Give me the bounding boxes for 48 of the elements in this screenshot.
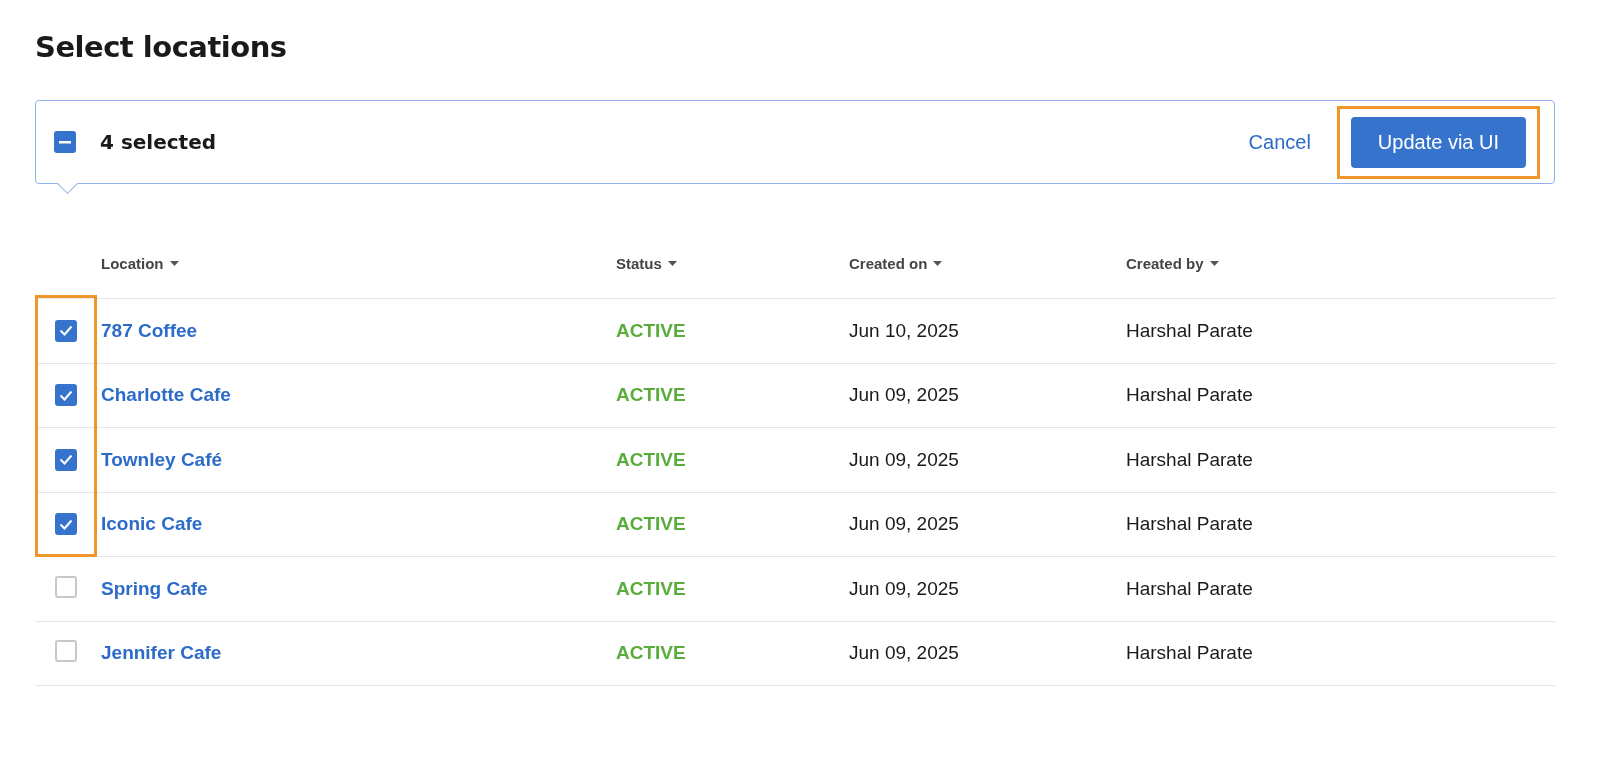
status-label: ACTIVE: [616, 384, 686, 406]
caret-icon: [169, 260, 179, 266]
date-text: Jun 09, 2025: [849, 577, 959, 599]
status-label: ACTIVE: [616, 513, 686, 535]
checkmark-icon: [59, 518, 73, 530]
status-label: ACTIVE: [616, 319, 686, 341]
caret-icon: [667, 260, 677, 266]
creator-name: Harshal Parate: [1126, 384, 1253, 406]
creator-name: Harshal Parate: [1126, 642, 1253, 664]
row-checkbox[interactable]: [55, 513, 77, 536]
checkmark-icon: [59, 389, 73, 401]
date-text: Jun 09, 2025: [849, 448, 959, 470]
checkmark-icon: [59, 454, 73, 466]
row-checkbox[interactable]: [55, 448, 77, 471]
checkmark-icon: [59, 325, 73, 337]
page-title: Select locations: [35, 30, 288, 64]
column-header[interactable]: Created by: [1126, 254, 1555, 272]
column-header[interactable]: Status: [616, 254, 849, 272]
creator-name: Harshal Parate: [1126, 513, 1253, 535]
date-text: Jun 10, 2025: [849, 319, 959, 341]
location-link[interactable]: Jennifer Cafe: [101, 642, 222, 664]
row-checkbox[interactable]: [55, 640, 77, 663]
minus-icon: [59, 140, 71, 144]
location-link[interactable]: 787 Coffee: [101, 319, 198, 341]
date-text: Jun 09, 2025: [849, 513, 959, 535]
location-link[interactable]: Townley Café: [101, 448, 223, 470]
creator-name: Harshal Parate: [1126, 448, 1253, 470]
row-checkbox[interactable]: [55, 384, 77, 407]
status-label: ACTIVE: [616, 642, 686, 664]
date-text: Jun 09, 2025: [849, 642, 959, 664]
selection-count: 4 selected: [100, 130, 217, 154]
status-label: ACTIVE: [616, 448, 686, 470]
column-header[interactable]: Location: [101, 254, 616, 272]
creator-name: Harshal Parate: [1126, 319, 1253, 341]
row-checkbox[interactable]: [55, 319, 77, 342]
caret-icon: [1209, 260, 1219, 266]
status-label: ACTIVE: [616, 577, 686, 599]
date-text: Jun 09, 2025: [849, 384, 959, 406]
creator-name: Harshal Parate: [1126, 577, 1253, 599]
update-button[interactable]: Update via UI: [1350, 116, 1526, 168]
caret-icon: [933, 260, 943, 266]
location-link[interactable]: Spring Cafe: [101, 577, 208, 599]
select-all-checkbox[interactable]: [54, 131, 76, 153]
row-checkbox[interactable]: [55, 575, 77, 598]
column-header[interactable]: Created on: [849, 254, 1126, 272]
location-link[interactable]: Charlotte Cafe: [101, 384, 231, 406]
location-link[interactable]: Iconic Cafe: [101, 513, 203, 535]
cancel-link[interactable]: Cancel: [1248, 130, 1311, 154]
